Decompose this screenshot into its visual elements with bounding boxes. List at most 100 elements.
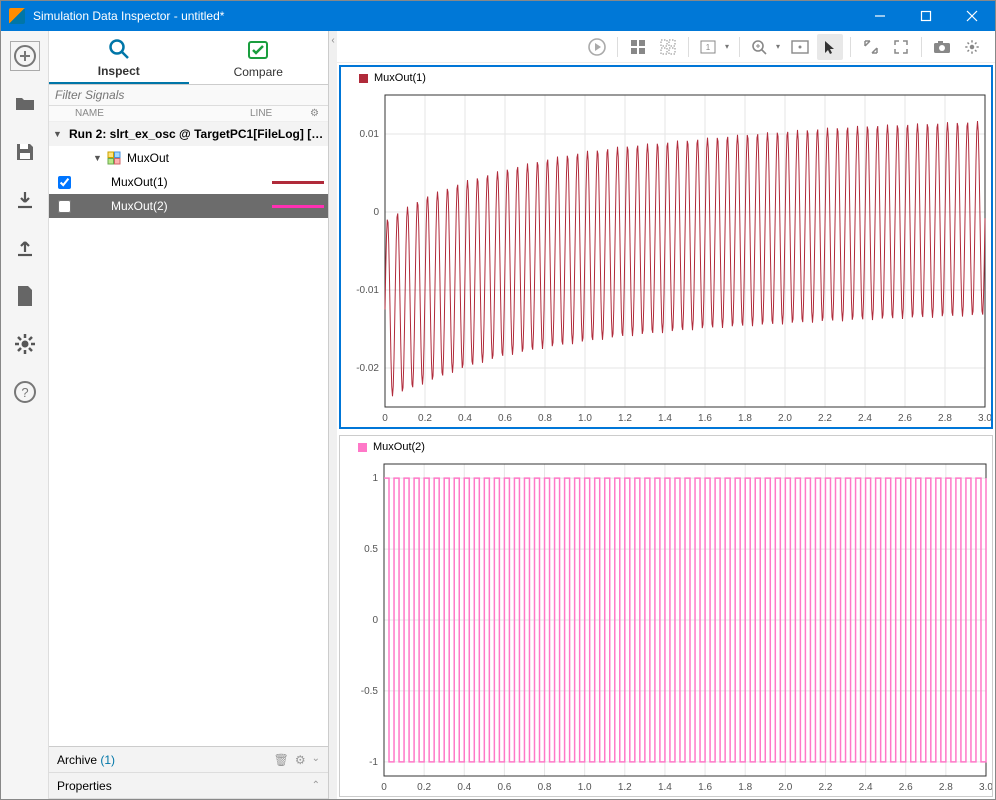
signal-checkbox[interactable]	[58, 176, 71, 189]
properties-section[interactable]: Properties ⌃	[49, 773, 328, 799]
run-label: Run 2: slrt_ex_osc @ TargetPC1[FileLog] …	[65, 127, 324, 141]
line-color-sample	[272, 181, 324, 184]
svg-text:2.0: 2.0	[778, 782, 792, 793]
svg-text:1.0: 1.0	[578, 782, 592, 793]
fullscreen-button[interactable]	[888, 34, 914, 60]
mode-tabs: Inspect Compare	[49, 31, 328, 85]
svg-text:2.8: 2.8	[939, 782, 953, 793]
plot-settings-button[interactable]	[959, 34, 985, 60]
save-button[interactable]	[10, 137, 40, 167]
archive-count: (1)	[100, 753, 115, 767]
svg-text:1: 1	[372, 473, 378, 484]
close-button[interactable]	[949, 1, 995, 31]
svg-text:-0.01: -0.01	[356, 285, 379, 296]
signal-label: MuxOut(1)	[107, 175, 272, 189]
run-row[interactable]: ▼ Run 2: slrt_ex_osc @ TargetPC1[FileLog…	[49, 122, 328, 146]
svg-text:2.2: 2.2	[818, 413, 832, 424]
svg-text:1.6: 1.6	[698, 413, 712, 424]
pointer-button[interactable]	[817, 34, 843, 60]
svg-text:1: 1	[706, 43, 711, 52]
legend-label: MuxOut(1)	[374, 72, 426, 84]
left-icon-strip: ?	[1, 31, 49, 799]
minimize-button[interactable]	[857, 1, 903, 31]
svg-text:2.2: 2.2	[819, 782, 833, 793]
tab-compare[interactable]: Compare	[189, 31, 329, 84]
open-folder-button[interactable]	[10, 89, 40, 119]
col-name: NAME	[75, 108, 250, 119]
svg-text:?: ?	[21, 385, 28, 400]
svg-text:2.6: 2.6	[899, 782, 913, 793]
svg-text:1.4: 1.4	[658, 782, 672, 793]
signal-row-muxout2[interactable]: MuxOut(2)	[49, 194, 328, 218]
zoom-button[interactable]	[747, 34, 783, 60]
tab-inspect-label: Inspect	[98, 64, 140, 78]
svg-text:0.4: 0.4	[458, 413, 472, 424]
app-logo-icon	[9, 8, 25, 24]
new-document-button[interactable]	[10, 281, 40, 311]
col-line: LINE	[250, 108, 310, 119]
add-button[interactable]	[10, 41, 40, 71]
import-button[interactable]	[10, 185, 40, 215]
tab-compare-label: Compare	[234, 65, 283, 79]
svg-text:-0.02: -0.02	[356, 363, 379, 374]
signal-group-label: MuxOut	[123, 151, 324, 165]
layout-grid-button[interactable]	[625, 34, 651, 60]
signal-row-muxout1[interactable]: MuxOut(1)	[49, 170, 328, 194]
chevron-down-icon[interactable]: ⌄	[312, 753, 320, 767]
window-title: Simulation Data Inspector - untitled*	[33, 9, 857, 23]
svg-text:0.8: 0.8	[538, 782, 552, 793]
settings-button[interactable]	[10, 329, 40, 359]
svg-text:3.0: 3.0	[979, 782, 992, 793]
svg-text:1.6: 1.6	[698, 782, 712, 793]
layout-custom-button[interactable]	[655, 34, 681, 60]
panel-collapse-handle[interactable]: ‹	[329, 31, 337, 799]
svg-text:0: 0	[373, 207, 379, 218]
svg-text:0.5: 0.5	[364, 544, 378, 555]
svg-text:0: 0	[372, 615, 378, 626]
signal-checkbox[interactable]	[58, 200, 71, 213]
svg-text:1.0: 1.0	[578, 413, 592, 424]
gear-icon[interactable]: ⚙	[295, 753, 306, 767]
svg-text:1.2: 1.2	[618, 413, 632, 424]
plot-canvas-1[interactable]: 00.20.40.60.81.01.21.41.61.82.02.22.42.6…	[341, 89, 991, 427]
titlebar: Simulation Data Inspector - untitled*	[1, 1, 995, 31]
filter-signals-input[interactable]	[49, 85, 328, 105]
svg-text:1.8: 1.8	[738, 782, 752, 793]
export-button[interactable]	[10, 233, 40, 263]
signal-group-row[interactable]: ▼ MuxOut	[49, 146, 328, 170]
expand-button[interactable]	[858, 34, 884, 60]
delete-icon[interactable]: 🗑	[274, 753, 289, 767]
maximize-button[interactable]	[903, 1, 949, 31]
legend-swatch	[358, 443, 367, 452]
svg-text:2.4: 2.4	[858, 413, 872, 424]
plot-type-button[interactable]: 1	[696, 34, 732, 60]
svg-text:-1: -1	[369, 757, 378, 768]
plot-panel-1[interactable]: MuxOut(1) 00.20.40.60.81.01.21.41.61.82.…	[339, 65, 993, 429]
signal-tree[interactable]: ▼ Run 2: slrt_ex_osc @ TargetPC1[FileLog…	[49, 122, 328, 746]
run-button[interactable]	[584, 34, 610, 60]
archive-section[interactable]: Archive (1) 🗑 ⚙ ⌄	[49, 747, 328, 773]
help-button[interactable]: ?	[10, 377, 40, 407]
svg-text:0.6: 0.6	[497, 782, 511, 793]
chevron-up-icon[interactable]: ⌃	[312, 780, 320, 791]
line-color-sample	[272, 205, 324, 208]
archive-label: Archive	[57, 753, 97, 767]
plot-toolbar: 1	[337, 31, 995, 63]
svg-text:0.01: 0.01	[360, 129, 380, 140]
svg-text:2.6: 2.6	[898, 413, 912, 424]
svg-text:2.4: 2.4	[859, 782, 873, 793]
fit-button[interactable]	[787, 34, 813, 60]
tab-inspect[interactable]: Inspect	[49, 31, 189, 84]
chevron-down-icon[interactable]: ▼	[93, 153, 105, 163]
legend-swatch	[359, 74, 368, 83]
plot-panel-2[interactable]: MuxOut(2) 00.20.40.60.81.01.21.41.61.82.…	[339, 435, 993, 797]
snapshot-button[interactable]	[929, 34, 955, 60]
chevron-down-icon[interactable]: ▼	[53, 129, 65, 139]
search-icon	[107, 36, 131, 62]
svg-text:0: 0	[381, 782, 387, 793]
svg-text:2.0: 2.0	[778, 413, 792, 424]
svg-text:2.8: 2.8	[938, 413, 952, 424]
columns-settings-icon[interactable]: ⚙	[310, 108, 324, 119]
svg-text:0.8: 0.8	[538, 413, 552, 424]
plot-canvas-2[interactable]: 00.20.40.60.81.01.21.41.61.82.02.22.42.6…	[340, 458, 992, 796]
